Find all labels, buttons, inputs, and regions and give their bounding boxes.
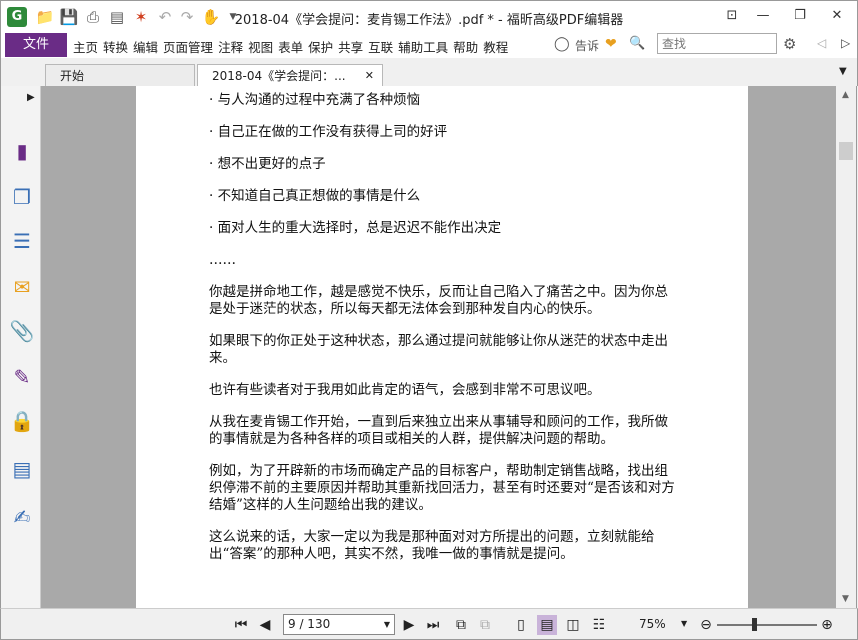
doc-paragraph: 这么说来的话，大家一定以为我是那种面对对方所提出的问题，立刻就能给出“答案”的那… <box>209 529 655 562</box>
continuous-view-icon[interactable]: ▤ <box>537 615 557 635</box>
continuous-facing-view-icon[interactable]: ☷ <box>589 615 609 635</box>
security-lock-icon[interactable]: 🔒 <box>9 408 35 434</box>
menu-convert[interactable]: 转换 <box>103 37 128 56</box>
page-icon[interactable]: ▮ <box>9 138 35 164</box>
menu-comment[interactable]: 注释 <box>218 37 243 56</box>
tab-bar: 开始 2018-04《学会提问：... ✕ ▼ <box>0 58 858 87</box>
comments-icon[interactable]: ✉ <box>9 274 35 300</box>
menu-help[interactable]: 帮助 <box>453 37 478 56</box>
tab-document[interactable]: 2018-04《学会提问：... ✕ <box>197 64 383 87</box>
expand-panel-icon[interactable]: ▶ <box>27 92 35 103</box>
ribbon-toggle-icon[interactable]: ⊡ <box>718 5 746 27</box>
next-page-icon[interactable]: ▶ <box>399 615 419 635</box>
minimize-button[interactable]: — <box>749 5 777 27</box>
zoom-level[interactable]: 75% <box>639 617 666 631</box>
next-view-icon[interactable]: ⧉ <box>475 615 495 635</box>
zoom-slider[interactable] <box>717 624 817 626</box>
scroll-down-arrow-icon[interactable]: ▼ <box>842 594 849 604</box>
doc-paragraph: 如果眼下的你正处于这种状态，那么通过提问就能够让你从迷茫的状态中走出来。 <box>209 333 668 366</box>
feedback-heart-icon[interactable]: ❤ <box>605 36 617 52</box>
previous-page-icon[interactable]: ◀ <box>255 615 275 635</box>
attachments-icon[interactable]: 📎 <box>9 318 35 344</box>
page-dropdown-icon[interactable]: ▼ <box>384 615 390 634</box>
doc-paragraph: · 不知道自己真正想做的事情是什么 <box>209 188 421 204</box>
first-page-icon[interactable]: ⏮ <box>231 615 251 635</box>
doc-paragraph: · 与人沟通的过程中充满了各种烦恼 <box>209 92 421 108</box>
document-viewer[interactable]: · 与人沟通的过程中充满了各种烦恼 · 自己正在做的工作没有获得上司的好评 · … <box>41 86 836 608</box>
menu-home[interactable]: 主页 <box>73 37 98 56</box>
page-thumbnails-icon[interactable]: ❐ <box>9 184 35 210</box>
close-button[interactable]: ✕ <box>823 5 851 27</box>
menu-protect[interactable]: 保护 <box>308 37 333 56</box>
tab-list-dropdown-icon[interactable]: ▼ <box>839 66 847 77</box>
nav-forward-icon[interactable]: ▷ <box>841 36 850 50</box>
tab-start-label: 开始 <box>60 69 85 83</box>
menu-form[interactable]: 表单 <box>278 37 303 56</box>
zoom-out-icon[interactable]: ⊖ <box>697 615 715 635</box>
form-fields-icon[interactable]: ▤ <box>9 456 35 482</box>
status-bar: ⏮ ◀ 9 / 130 ▼ ▶ ⏭ ⧉ ⧉ ▯ ▤ ◫ ☷ 75% ▼ ⊖ ⊕ <box>0 608 858 640</box>
scrollbar-thumb[interactable] <box>839 142 853 160</box>
doc-paragraph: 你越是拼命地工作，越是感觉不快乐，反而让自己陷入了痛苦之中。因为你总是处于迷茫的… <box>209 284 668 317</box>
doc-paragraph: · 面对人生的重大选择时，总是迟迟不能作出决定 <box>209 220 502 236</box>
nav-back-icon[interactable]: ◁ <box>817 36 826 50</box>
last-page-icon[interactable]: ⏭ <box>423 615 443 635</box>
search-folder-icon[interactable]: 🔍 <box>629 36 645 51</box>
pdf-page: · 与人沟通的过程中充满了各种烦恼 · 自己正在做的工作没有获得上司的好评 · … <box>136 86 748 608</box>
menu-edit[interactable]: 编辑 <box>133 37 158 56</box>
menu-connect[interactable]: 互联 <box>368 37 393 56</box>
file-menu-button[interactable]: 文件 <box>5 33 67 57</box>
navigation-panel: ▶ ▮ ❐ ☰ ✉ 📎 ✎ 🔒 ▤ ✍ <box>0 86 41 608</box>
certificate-icon[interactable]: ✍ <box>9 504 35 530</box>
doc-paragraph: 从我在麦肯锡工作开始，一直到后来独立出来从事辅导和顾问的工作，我所做的事情就是为… <box>209 414 668 447</box>
search-input[interactable] <box>657 33 777 54</box>
menu-organize[interactable]: 页面管理 <box>163 37 213 56</box>
doc-paragraph: · 想不出更好的点子 <box>209 156 326 172</box>
restore-button[interactable]: ❐ <box>786 5 814 27</box>
menu-items: 主页 转换 编辑 页面管理 注释 视图 表单 保护 共享 互联 辅助工具 帮助 … <box>73 37 513 56</box>
tab-start[interactable]: 开始 <box>45 64 195 87</box>
zoom-in-icon[interactable]: ⊕ <box>818 615 836 635</box>
doc-paragraph: …… <box>209 252 236 268</box>
tab-close-icon[interactable]: ✕ <box>365 65 374 87</box>
menu-accessibility[interactable]: 辅助工具 <box>398 37 448 56</box>
menu-share[interactable]: 共享 <box>338 37 363 56</box>
doc-paragraph: 例如，为了开辟新的市场而确定产品的目标客户，帮助制定销售战略，找出组织停滞不前的… <box>209 463 675 513</box>
title-bar: G 📁 💾 ⎙ ▤ ✶ ↶ ↷ ✋ ▼ 2018-04《学会提问：麦肯锡工作法》… <box>0 0 858 32</box>
menu-view[interactable]: 视图 <box>248 37 273 56</box>
signature-icon[interactable]: ✎ <box>9 364 35 390</box>
settings-gear-icon[interactable]: ⚙ <box>783 35 796 53</box>
layers-icon[interactable]: ☰ <box>9 228 35 254</box>
tab-document-label: 2018-04《学会提问：... <box>212 69 346 83</box>
doc-paragraph: · 自己正在做的工作没有获得上司的好评 <box>209 124 448 140</box>
previous-view-icon[interactable]: ⧉ <box>451 615 471 635</box>
lightbulb-icon: ◯ <box>554 36 570 52</box>
zoom-slider-thumb[interactable] <box>752 618 757 631</box>
scroll-up-arrow-icon[interactable]: ▲ <box>842 90 849 100</box>
menu-tutorial[interactable]: 教程 <box>483 37 508 56</box>
page-number-input[interactable]: 9 / 130 ▼ <box>283 614 395 635</box>
tell-me-label[interactable]: 告诉 <box>575 37 599 54</box>
doc-paragraph: 也许有些读者对于我用如此肯定的语气，会感到非常不可思议吧。 <box>209 382 601 398</box>
vertical-scrollbar[interactable]: ▲ ▼ <box>836 86 857 608</box>
page-number-value: 9 / 130 <box>288 617 331 631</box>
facing-view-icon[interactable]: ◫ <box>563 615 583 635</box>
zoom-dropdown-icon[interactable]: ▼ <box>681 619 687 628</box>
single-page-view-icon[interactable]: ▯ <box>511 615 531 635</box>
